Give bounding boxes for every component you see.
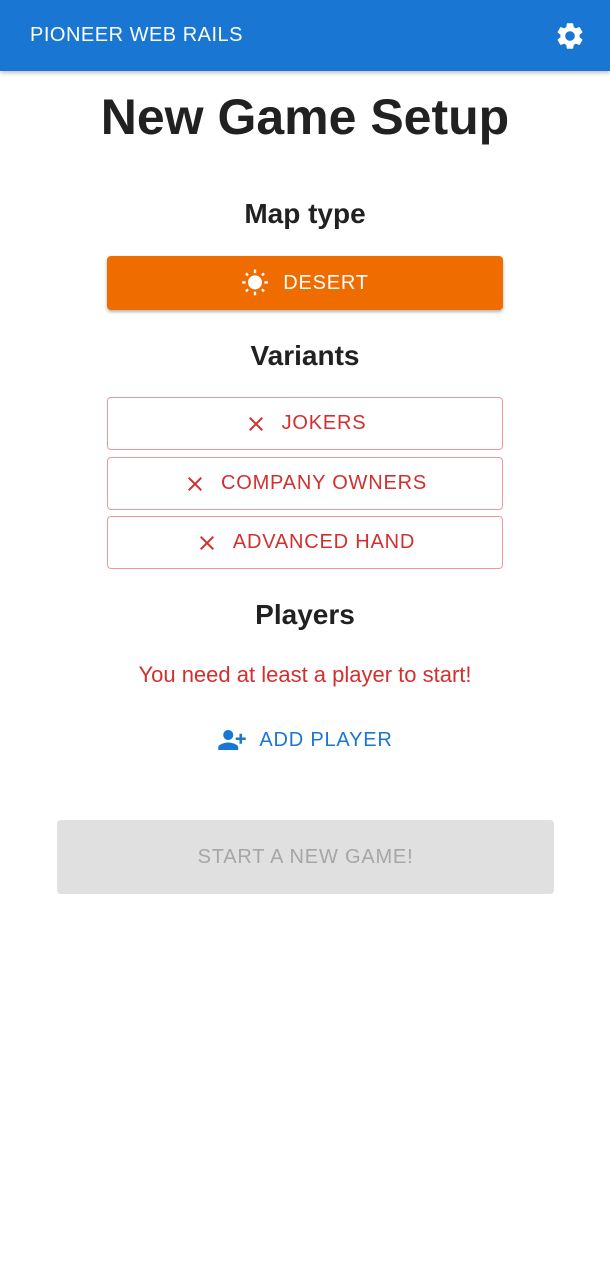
- add-player-label: ADD PLAYER: [259, 728, 393, 751]
- gear-icon: [554, 20, 586, 52]
- map-type-label: DESERT: [283, 271, 369, 294]
- add-player-button[interactable]: ADD PLAYER: [200, 722, 410, 758]
- app-title: PIONEER WEB RAILS: [30, 24, 243, 46]
- players-heading: Players: [255, 599, 355, 630]
- sun-icon: [241, 269, 269, 297]
- map-type-heading: Map type: [244, 198, 366, 229]
- variant-company-owners-button[interactable]: COMPANY OWNERS: [107, 457, 503, 510]
- variant-jokers-button[interactable]: JOKERS: [107, 397, 503, 450]
- players-error-message: You need at least a player to start!: [138, 662, 472, 687]
- variant-label: JOKERS: [281, 412, 367, 434]
- close-icon: [183, 472, 207, 496]
- page-title: New Game Setup: [100, 89, 510, 145]
- close-icon: [244, 412, 268, 436]
- close-icon: [195, 531, 219, 555]
- variant-label: ADVANCED HAND: [232, 531, 416, 553]
- variant-label: COMPANY OWNERS: [220, 472, 428, 494]
- variants-heading: Variants: [250, 340, 360, 371]
- app-bar: PIONEER WEB RAILS: [0, 0, 610, 71]
- start-new-game-label: START A NEW GAME!: [197, 845, 414, 868]
- variant-advanced-hand-button[interactable]: ADVANCED HAND: [107, 516, 503, 569]
- map-type-button[interactable]: DESERT: [107, 256, 503, 310]
- start-new-game-button[interactable]: START A NEW GAME!: [57, 820, 554, 894]
- add-person-icon: [217, 725, 247, 755]
- settings-button[interactable]: [550, 16, 590, 56]
